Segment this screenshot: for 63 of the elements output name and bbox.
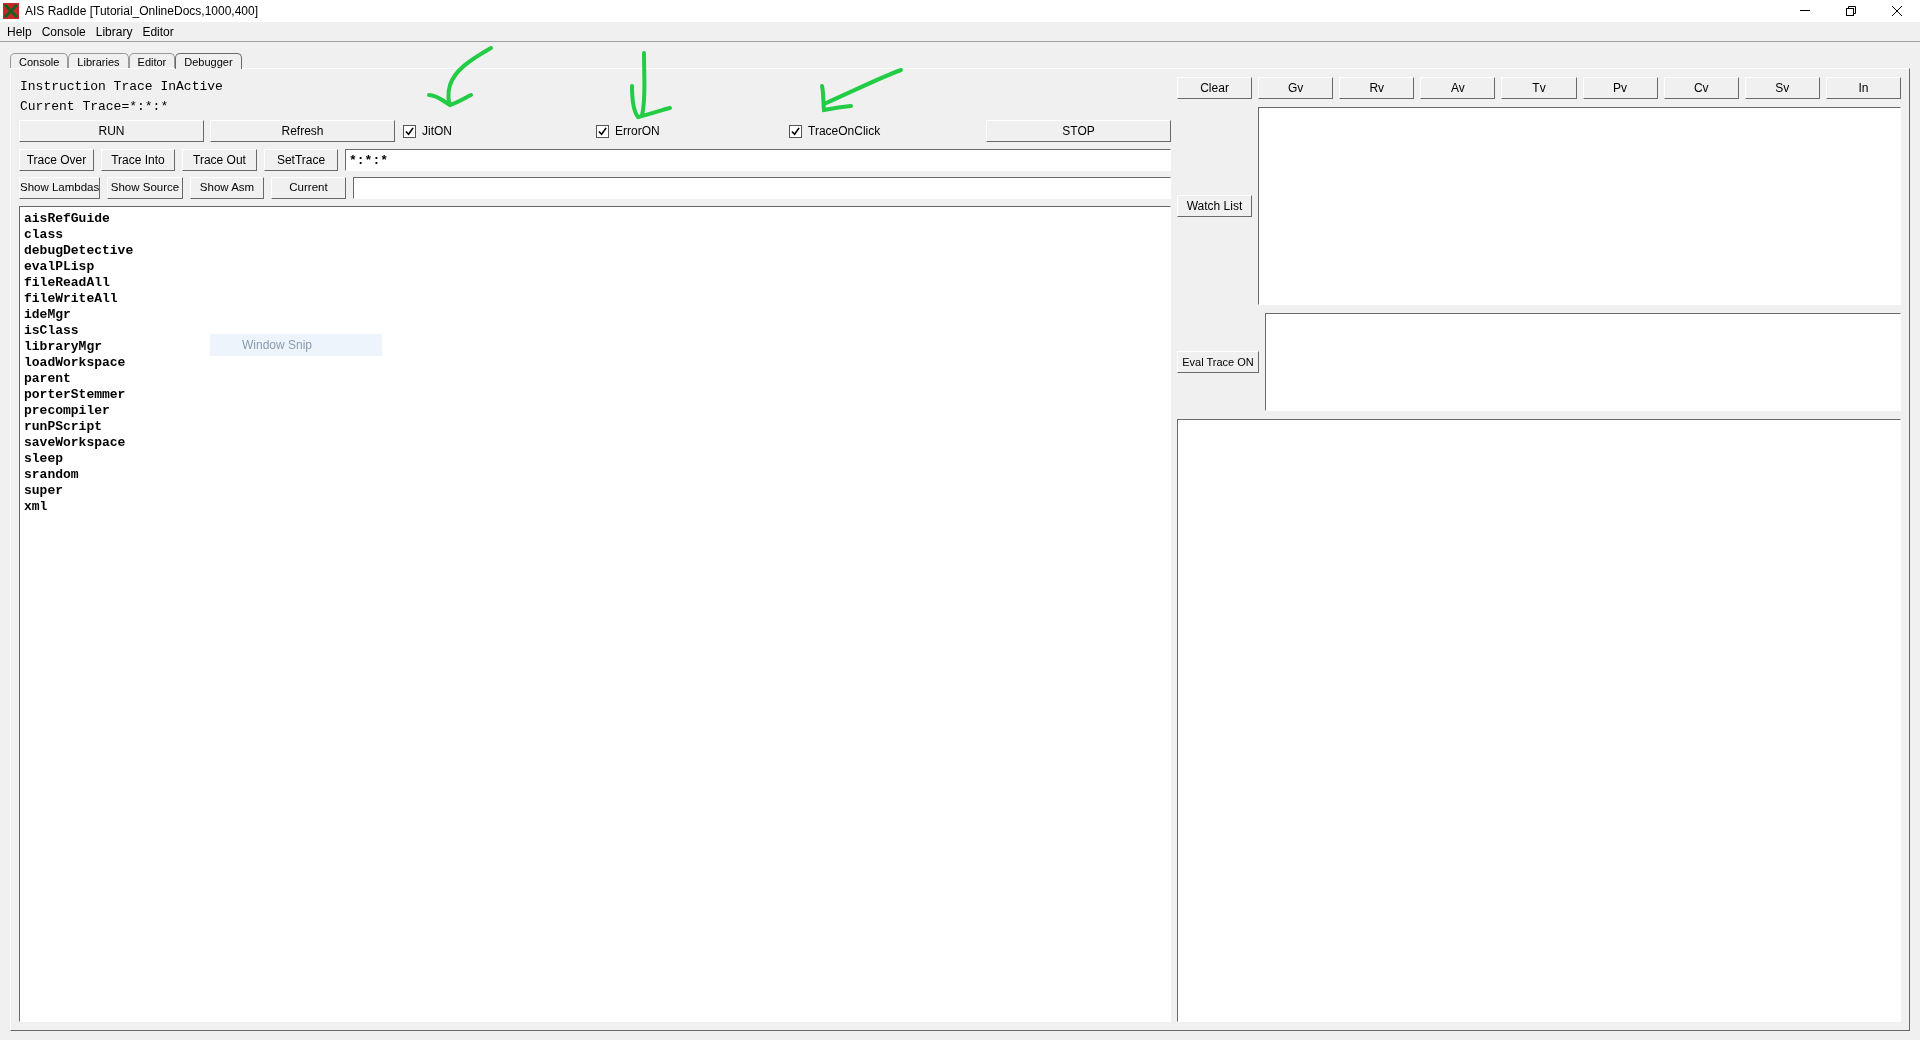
function-name[interactable]: isClass xyxy=(24,323,79,339)
function-name[interactable]: super xyxy=(24,483,63,499)
tab[interactable]: Editor xyxy=(128,53,176,68)
function-name[interactable]: porterStemmer xyxy=(24,387,126,403)
view-button[interactable]: Show Source xyxy=(107,177,183,199)
checkbox-label: ErrorON xyxy=(615,123,660,140)
watch-list-button[interactable]: Watch List xyxy=(1177,195,1252,217)
eval-trace-button[interactable]: Eval Trace ON xyxy=(1177,351,1259,373)
function-name[interactable]: ideMgr xyxy=(24,307,71,323)
view-button[interactable]: Show Lambdas xyxy=(19,177,100,199)
trace-button[interactable]: Trace Out xyxy=(182,149,257,171)
checkbox[interactable] xyxy=(596,124,609,138)
function-name[interactable]: saveWorkspace xyxy=(24,435,126,451)
source-field[interactable] xyxy=(353,177,1171,199)
function-name[interactable]: debugDetective xyxy=(24,243,134,259)
menu-item[interactable]: Console xyxy=(36,22,91,41)
function-name[interactable]: fileReadAll xyxy=(24,275,110,291)
variable-button[interactable]: In xyxy=(1825,77,1901,99)
annotation-arrow xyxy=(628,50,674,122)
function-name[interactable]: loadWorkspace xyxy=(24,355,126,371)
checkbox[interactable] xyxy=(403,124,416,138)
variable-button[interactable]: Clear xyxy=(1177,77,1253,99)
variable-button[interactable]: Av xyxy=(1420,77,1496,99)
function-name[interactable]: parent xyxy=(24,371,71,387)
checkbox-label: JitON xyxy=(422,123,452,140)
stop-button[interactable]: STOP xyxy=(986,120,1171,142)
tab[interactable]: Console xyxy=(10,53,69,68)
view-button[interactable]: Current xyxy=(271,177,346,199)
function-name[interactable]: srandom xyxy=(24,467,79,483)
variable-button[interactable]: Gv xyxy=(1258,77,1334,99)
trace-button[interactable]: Trace Into xyxy=(101,149,175,171)
function-name[interactable]: precompiler xyxy=(24,403,110,419)
function-name[interactable]: aisRefGuide xyxy=(24,211,110,227)
function-name[interactable]: class xyxy=(24,227,63,243)
variable-button[interactable]: Cv xyxy=(1663,77,1739,99)
tab[interactable]: Libraries xyxy=(68,53,129,68)
variable-button[interactable]: Rv xyxy=(1339,77,1415,99)
variable-button[interactable]: Pv xyxy=(1582,77,1658,99)
view-button[interactable]: Show Asm xyxy=(190,177,264,199)
menu-item[interactable]: Editor xyxy=(137,22,179,41)
refresh-button[interactable]: Refresh xyxy=(210,120,395,142)
checkbox[interactable] xyxy=(789,124,802,138)
function-name[interactable]: libraryMgr xyxy=(24,339,102,355)
tooltip: Window Snip xyxy=(210,334,382,356)
function-name[interactable]: fileWriteAll xyxy=(24,291,118,307)
function-name[interactable]: xml xyxy=(24,499,48,515)
window-title: AIS RadIde [Tutorial_OnlineDocs,1000,400] xyxy=(25,3,259,20)
status-text: Instruction Trace InActive xyxy=(20,78,224,95)
trace-button[interactable]: Trace Over xyxy=(19,149,94,171)
function-name[interactable]: sleep xyxy=(24,451,63,467)
trace-field[interactable]: *:*:* xyxy=(345,149,1171,171)
tab[interactable]: Debugger xyxy=(175,53,242,69)
checkbox-label: TraceOnClick xyxy=(808,123,881,140)
variable-button[interactable]: Tv xyxy=(1501,77,1577,99)
function-name[interactable]: runPScript xyxy=(24,419,102,435)
run-button[interactable]: RUN xyxy=(19,120,204,142)
variable-button[interactable]: Sv xyxy=(1744,77,1820,99)
function-name[interactable]: evalPLisp xyxy=(24,259,95,275)
status-text: Current Trace=*:*:* xyxy=(20,98,170,115)
menu-item[interactable]: Help xyxy=(2,22,37,41)
app-icon xyxy=(3,3,19,19)
trace-button[interactable]: SetTrace xyxy=(264,149,338,171)
menu-item[interactable]: Library xyxy=(90,22,138,41)
